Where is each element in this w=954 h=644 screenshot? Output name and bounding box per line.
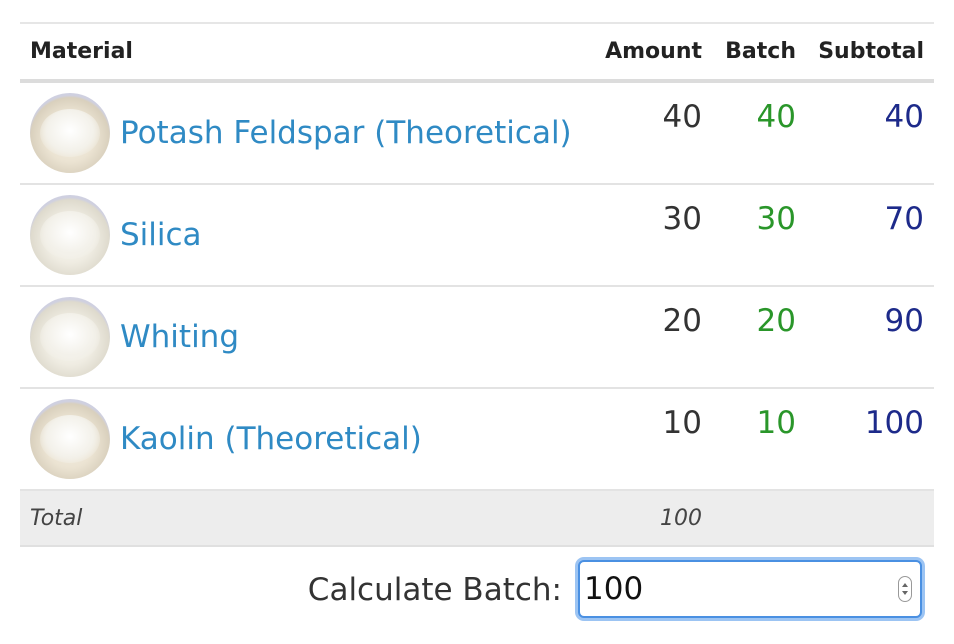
subtotal-cell: 70 bbox=[884, 201, 924, 237]
total-label: Total bbox=[30, 505, 83, 531]
header-amount: Amount bbox=[605, 39, 702, 64]
batch-cell: 40 bbox=[756, 99, 796, 135]
total-subtotal-empty bbox=[806, 490, 934, 546]
total-amount: 100 bbox=[660, 505, 702, 531]
subtotal-cell: 90 bbox=[884, 303, 924, 339]
amount-cell: 40 bbox=[662, 99, 702, 135]
header-material: Material bbox=[30, 39, 133, 64]
material-cell: Kaolin (Theoretical) bbox=[20, 388, 590, 490]
table-row: Whiting 20 20 90 bbox=[20, 286, 934, 388]
table-row: Silica 30 30 70 bbox=[20, 184, 934, 286]
subtotal-cell: 40 bbox=[884, 99, 924, 135]
material-link-whiting[interactable]: Whiting bbox=[120, 319, 239, 355]
table-row: Kaolin (Theoretical) 10 10 100 bbox=[20, 388, 934, 490]
calculate-batch-input[interactable] bbox=[584, 566, 884, 612]
subtotal-cell: 100 bbox=[864, 405, 924, 441]
calculate-batch-label: Calculate Batch: bbox=[307, 572, 562, 608]
material-link-silica[interactable]: Silica bbox=[120, 217, 202, 253]
number-spinner-icon[interactable] bbox=[898, 576, 912, 602]
whiting-powder-image bbox=[30, 297, 110, 377]
table-header-row: Material Amount Batch Subtotal bbox=[20, 23, 934, 81]
spinner-up-icon[interactable] bbox=[902, 583, 908, 587]
batch-cell: 10 bbox=[756, 405, 796, 441]
kaolin-powder-image bbox=[30, 399, 110, 479]
amount-cell: 20 bbox=[662, 303, 702, 339]
table-row: Potash Feldspar (Theoretical) 40 40 40 bbox=[20, 81, 934, 184]
material-cell: Whiting bbox=[20, 286, 590, 388]
material-cell: Silica bbox=[20, 184, 590, 286]
silica-powder-image bbox=[30, 195, 110, 275]
header-batch: Batch bbox=[725, 39, 796, 64]
calculate-batch-field[interactable] bbox=[578, 560, 922, 618]
total-batch-empty bbox=[712, 490, 806, 546]
batch-cell: 30 bbox=[756, 201, 796, 237]
recipe-table-container: Material Amount Batch Subtotal Potash Fe… bbox=[20, 22, 934, 618]
spinner-down-icon[interactable] bbox=[902, 591, 908, 595]
header-subtotal: Subtotal bbox=[818, 39, 924, 64]
total-row: Total 100 bbox=[20, 490, 934, 546]
material-cell: Potash Feldspar (Theoretical) bbox=[20, 81, 590, 184]
amount-cell: 30 bbox=[662, 201, 702, 237]
batch-cell: 20 bbox=[756, 303, 796, 339]
recipe-table: Material Amount Batch Subtotal Potash Fe… bbox=[20, 22, 934, 547]
material-link-potash-feldspar[interactable]: Potash Feldspar (Theoretical) bbox=[120, 115, 572, 151]
potash-feldspar-powder-image bbox=[30, 93, 110, 173]
calculate-batch-row: Calculate Batch: bbox=[20, 558, 934, 622]
material-link-kaolin[interactable]: Kaolin (Theoretical) bbox=[120, 421, 422, 457]
amount-cell: 10 bbox=[662, 405, 702, 441]
